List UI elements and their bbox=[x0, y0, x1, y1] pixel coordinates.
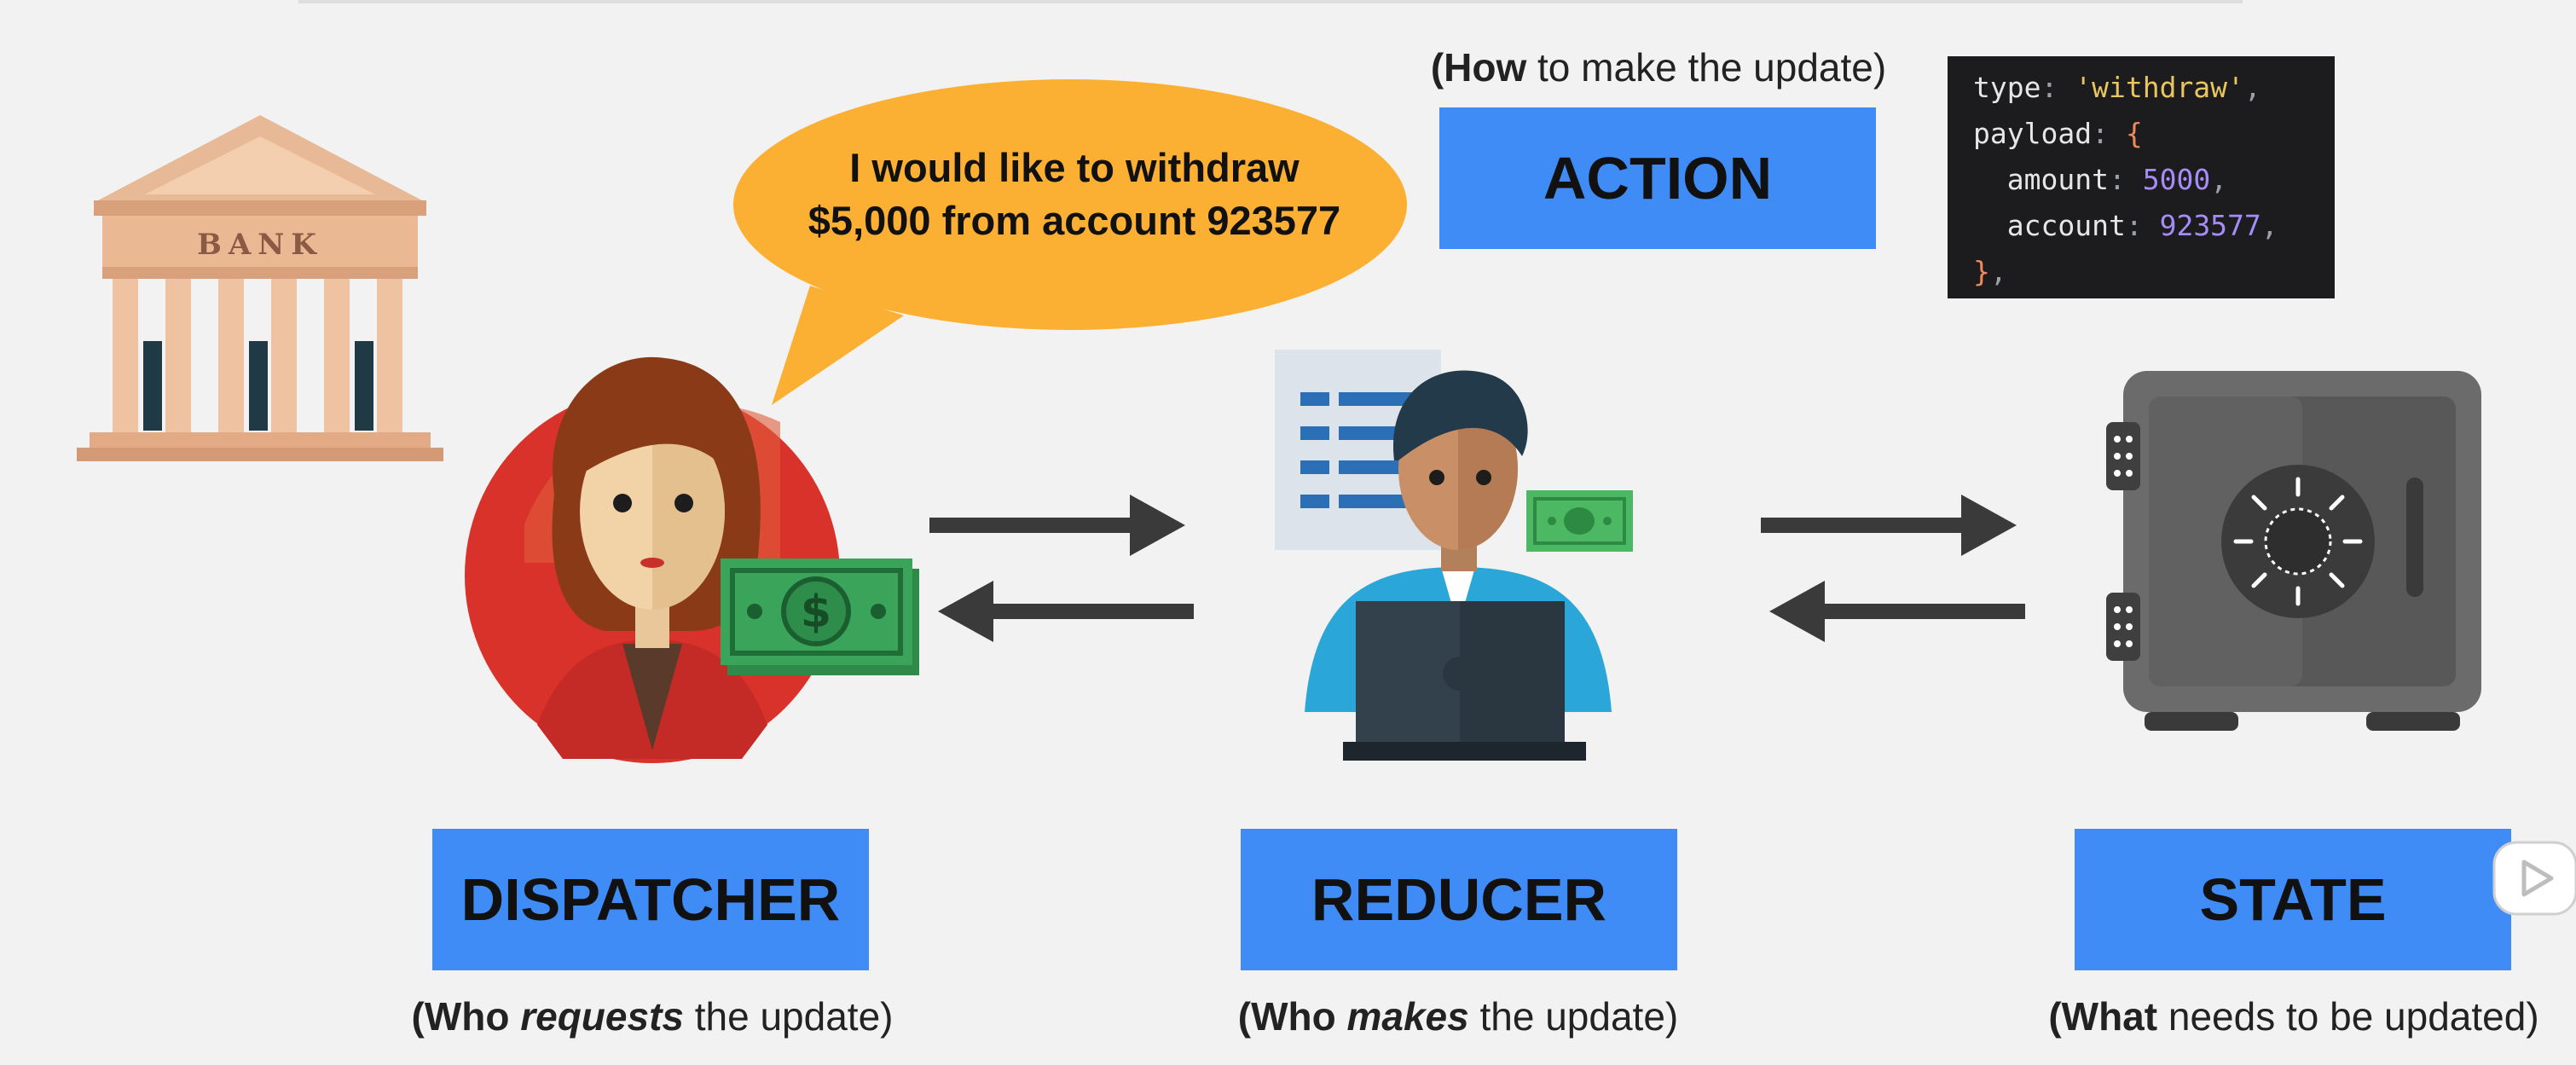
arrow-left-shaft bbox=[989, 604, 1194, 619]
arrow-left-head bbox=[1769, 581, 1825, 642]
action-caption: (How to make the update) bbox=[1430, 45, 1887, 90]
svg-text:$: $ bbox=[801, 587, 831, 638]
speech-line-2: $5,000 from account 923577 bbox=[808, 198, 1341, 243]
reducer-person-icon bbox=[1275, 350, 1633, 761]
arrow-right-head bbox=[1130, 495, 1185, 556]
arrow-left-shaft bbox=[1821, 604, 2025, 619]
speech-line-1: I would like to withdraw bbox=[849, 145, 1300, 190]
action-label: ACTION bbox=[1439, 107, 1876, 249]
state-label: STATE bbox=[2075, 829, 2511, 970]
dispatcher-label: DISPATCHER bbox=[432, 829, 869, 970]
bank-icon: BANK bbox=[77, 115, 443, 461]
dispatcher-person-icon: $ bbox=[465, 356, 919, 763]
top-divider bbox=[298, 0, 2243, 3]
bank-sign: BANK bbox=[197, 228, 323, 262]
reducer-label: REDUCER bbox=[1241, 829, 1677, 970]
arrow-right-head bbox=[1961, 495, 2017, 556]
arrow-left-head bbox=[938, 581, 993, 642]
speech-bubble-text: I would like to withdraw $5,000 from acc… bbox=[767, 142, 1381, 247]
safe-icon bbox=[2106, 371, 2481, 731]
play-button-icon[interactable] bbox=[2492, 840, 2576, 917]
reducer-state-arrows bbox=[1761, 495, 2025, 642]
action-code-block: type: 'withdraw', payload: { amount: 500… bbox=[1948, 56, 2335, 298]
arrow-right-shaft bbox=[929, 518, 1134, 533]
dispatcher-reducer-arrows bbox=[929, 495, 1194, 642]
arrow-right-shaft bbox=[1761, 518, 1965, 533]
dispatcher-caption: (Who requests the update) bbox=[411, 994, 894, 1039]
state-caption: (What needs to be updated) bbox=[2048, 994, 2539, 1039]
reducer-caption: (Who makes the update) bbox=[1237, 994, 1679, 1039]
